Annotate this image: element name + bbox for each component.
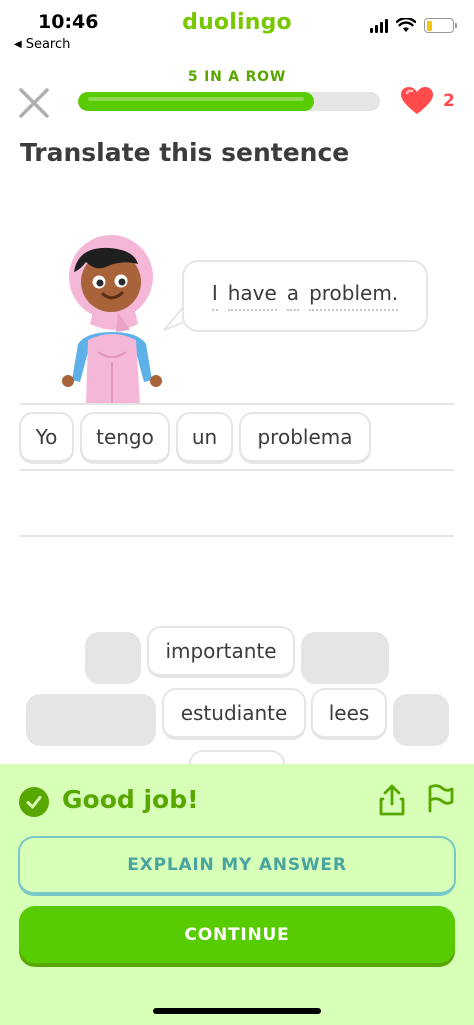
home-indicator — [153, 1008, 321, 1014]
word-bank-tile[interactable]: estudiante — [162, 688, 306, 740]
close-icon — [19, 88, 49, 118]
back-label: Search — [25, 37, 71, 52]
streak-label: 5 IN A ROW — [187, 69, 287, 85]
report-flag-button[interactable] — [425, 783, 455, 813]
heart-icon — [401, 87, 433, 114]
answer-line-top — [20, 403, 454, 405]
answer-line-middle — [20, 469, 454, 471]
feedback-message: Good job! — [62, 785, 199, 814]
word-bank-slot-empty — [301, 632, 389, 684]
answer-tile[interactable]: tengo — [80, 412, 170, 464]
back-arrow-icon: ◀ — [14, 39, 22, 50]
share-button[interactable] — [377, 783, 407, 817]
word-bank-tile[interactable]: importante — [147, 626, 295, 678]
instruction-title: Translate this sentence — [20, 138, 350, 167]
battery-icon — [424, 18, 457, 33]
status-bar: 10:46 ◀ Search duolingo — [0, 0, 474, 60]
prompt-word[interactable]: I — [211, 281, 218, 311]
share-icon — [379, 784, 405, 816]
cellular-signal-icon — [370, 18, 388, 33]
prompt-word[interactable]: problem. — [309, 281, 399, 311]
answer-tile[interactable]: un — [176, 412, 233, 464]
lesson-progress-bar — [78, 92, 380, 111]
prompt-word[interactable]: have — [227, 281, 277, 311]
back-to-search-link[interactable]: ◀ Search — [14, 37, 70, 52]
hearts-counter[interactable]: 2 — [401, 87, 455, 115]
answer-tile[interactable]: problema — [239, 412, 371, 464]
word-bank-slot-empty — [85, 632, 141, 684]
word-bank-slot-empty — [393, 694, 449, 746]
continue-button[interactable]: CONTINUE — [19, 906, 455, 963]
flag-icon — [428, 784, 454, 813]
prompt-word[interactable]: a — [286, 281, 300, 311]
system-icons — [370, 18, 457, 33]
character-illustration — [62, 235, 162, 404]
hearts-count: 2 — [443, 91, 455, 111]
prompt-speech-bubble: I have a problem. — [182, 260, 428, 332]
explain-my-answer-button[interactable]: EXPLAIN MY ANSWER — [18, 836, 456, 896]
progress-fill — [78, 92, 314, 111]
wifi-icon — [396, 18, 416, 32]
answer-tile[interactable]: Yo — [19, 412, 74, 464]
check-icon — [19, 787, 49, 817]
word-bank-tile[interactable]: lees — [311, 688, 387, 740]
word-bank-slot-empty — [26, 694, 156, 746]
answer-line-bottom — [20, 535, 454, 537]
close-button[interactable] — [17, 86, 51, 120]
